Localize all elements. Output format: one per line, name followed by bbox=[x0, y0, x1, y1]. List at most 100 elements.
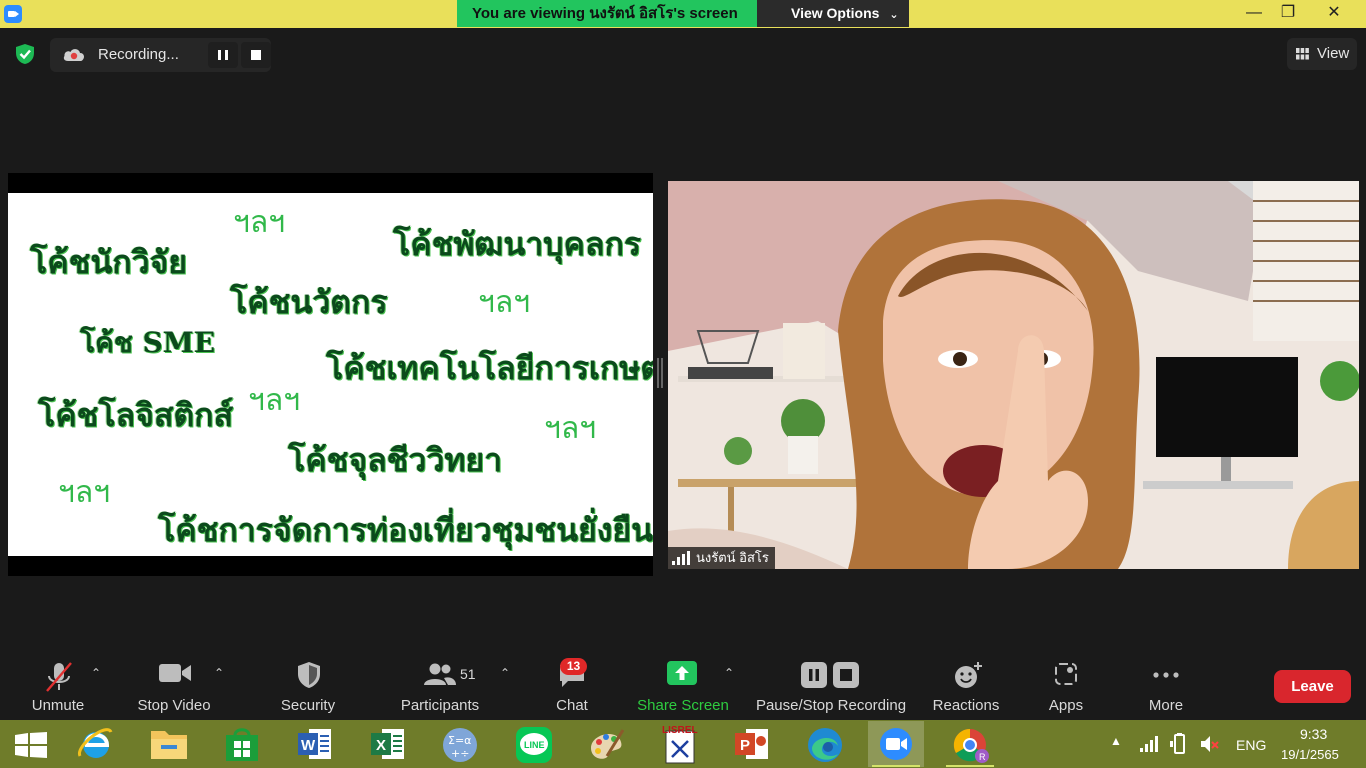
title-bar: You are viewing นงรัตน์ อิสโร's screen V… bbox=[0, 0, 1366, 28]
chrome-taskbar-icon[interactable]: R bbox=[942, 721, 998, 767]
audio-options-chevron-icon[interactable]: ⌃ bbox=[91, 666, 101, 680]
viewing-banner: You are viewing นงรัตน์ อิสโร's screen V… bbox=[457, 0, 909, 27]
participant-name: นงรัตน์ อิสโร bbox=[696, 550, 769, 565]
svg-text:R: R bbox=[979, 752, 986, 762]
chrome-browser-icon: R bbox=[953, 728, 989, 763]
recording-indicator: Recording... bbox=[50, 38, 271, 72]
paint-palette-icon bbox=[591, 729, 625, 759]
more-label: More bbox=[1148, 697, 1184, 714]
participants-count: 51 bbox=[460, 666, 476, 682]
more-button[interactable]: More bbox=[1136, 648, 1196, 720]
windows-taskbar: W X Σ=α +÷ LINE LISREL P R ▲ ENG 9:33 19… bbox=[0, 720, 1366, 768]
internet-explorer-taskbar-icon[interactable] bbox=[68, 721, 124, 767]
line-taskbar-icon[interactable]: LINE bbox=[506, 721, 562, 767]
excel-taskbar-icon[interactable]: X bbox=[360, 721, 416, 767]
view-options-button[interactable]: View Options ⌄ bbox=[757, 0, 909, 27]
stop-video-button[interactable]: Stop Video bbox=[132, 648, 216, 720]
coach-label: โค้ชจุลชีววิทยา bbox=[288, 441, 503, 479]
pause-stop-recording-label: Pause/Stop Recording bbox=[755, 697, 907, 714]
lisrel-taskbar-icon[interactable]: LISREL bbox=[652, 721, 708, 767]
clock-date[interactable]: 19/1/2565 bbox=[1281, 747, 1339, 762]
coach-label: โค้ชเทคโนโลยีการเกษตร bbox=[326, 349, 653, 387]
chat-button[interactable]: 13 Chat bbox=[542, 648, 602, 720]
file-explorer-taskbar-icon[interactable] bbox=[140, 721, 196, 767]
more-dots-icon bbox=[1153, 672, 1179, 678]
apps-button[interactable]: Apps bbox=[1036, 648, 1096, 720]
chevron-down-icon: ⌄ bbox=[889, 9, 899, 21]
leave-button[interactable]: Leave bbox=[1274, 670, 1351, 703]
lisrel-document-icon: LISREL bbox=[662, 725, 698, 764]
coach-label: โค้ช SME bbox=[80, 326, 216, 359]
unmute-button[interactable]: Unmute bbox=[22, 648, 94, 720]
participants-label: Participants bbox=[400, 697, 480, 714]
view-button[interactable]: View bbox=[1287, 38, 1357, 70]
cloud-recording-icon bbox=[63, 49, 84, 61]
coach-label: โค้ชโลจิสติกส์ bbox=[38, 396, 234, 434]
windows-start-button[interactable] bbox=[2, 721, 58, 767]
microphone-muted-icon bbox=[46, 662, 72, 692]
apps-icon bbox=[1055, 663, 1077, 685]
pause-stop-recording-button[interactable]: Pause/Stop Recording bbox=[752, 648, 910, 720]
presentation-slide: โค้ชนักวิจัย โค้ชพัฒนาบุคลกร โค้ชนวัตกร … bbox=[8, 193, 653, 556]
powerpoint-icon: P bbox=[735, 729, 768, 759]
security-label: Security bbox=[280, 697, 336, 714]
network-signal-icon[interactable] bbox=[1140, 736, 1158, 752]
view-options-label: View Options bbox=[791, 5, 880, 21]
close-button[interactable]: ✕ bbox=[1314, 0, 1354, 28]
viewing-banner-text: You are viewing นงรัตน์ อิสโร's screen bbox=[457, 0, 757, 27]
share-screen-label: Share Screen bbox=[637, 697, 729, 714]
line-chat-icon: LINE bbox=[516, 727, 552, 763]
maximize-button[interactable]: ❐ bbox=[1268, 0, 1308, 28]
signal-strength-icon bbox=[672, 551, 690, 565]
word-icon: W bbox=[298, 729, 331, 759]
meeting-toolbar: Unmute ⌃ Stop Video ⌃ Security 51 Partic… bbox=[0, 648, 1366, 720]
share-screen-button[interactable]: Share Screen bbox=[636, 648, 730, 720]
stop-video-label: Stop Video bbox=[137, 697, 211, 714]
etc-label: ฯลฯ bbox=[478, 285, 531, 320]
battery-plug-icon[interactable] bbox=[1170, 733, 1188, 755]
volume-muted-icon[interactable] bbox=[1200, 734, 1220, 754]
pause-icon bbox=[218, 50, 228, 60]
svg-text:X: X bbox=[376, 737, 386, 754]
clock-time[interactable]: 9:33 bbox=[1300, 726, 1327, 742]
show-hidden-icons-chevron-icon[interactable]: ▲ bbox=[1110, 734, 1122, 748]
pause-recording-button[interactable] bbox=[208, 42, 238, 68]
edge-browser-icon bbox=[808, 728, 842, 762]
paint-taskbar-icon[interactable] bbox=[578, 721, 634, 767]
stop-icon bbox=[251, 50, 261, 60]
etc-label: ฯลฯ bbox=[58, 475, 111, 510]
participants-button[interactable]: 51 Participants bbox=[394, 648, 486, 720]
coach-label: โค้ชนวัตกร bbox=[230, 283, 388, 321]
edge-taskbar-icon[interactable] bbox=[797, 721, 853, 767]
video-options-chevron-icon[interactable]: ⌃ bbox=[214, 666, 224, 680]
security-button[interactable]: Security bbox=[270, 648, 346, 720]
chat-unread-badge: 13 bbox=[560, 658, 587, 675]
recording-label: Recording... bbox=[98, 46, 179, 63]
excel-icon: X bbox=[371, 729, 404, 759]
share-options-chevron-icon[interactable]: ⌃ bbox=[724, 666, 734, 680]
powerpoint-taskbar-icon[interactable]: P bbox=[724, 721, 780, 767]
grid-view-icon bbox=[1296, 48, 1309, 60]
zoom-taskbar-icon[interactable] bbox=[868, 721, 924, 767]
svg-text:LINE: LINE bbox=[524, 740, 545, 750]
word-taskbar-icon[interactable]: W bbox=[287, 721, 343, 767]
split-resize-handle[interactable] bbox=[657, 358, 663, 388]
calculator-taskbar-icon[interactable]: Σ=α +÷ bbox=[432, 721, 488, 767]
coach-label: โค้ชการจัดการท่องเที่ยวชุมชนยั่งยืน bbox=[158, 511, 653, 549]
internet-explorer-icon bbox=[78, 728, 113, 758]
unmute-label: Unmute bbox=[31, 697, 85, 714]
participant-video[interactable]: นงรัตน์ อิสโร bbox=[668, 181, 1359, 569]
coach-label: โค้ชนักวิจัย bbox=[30, 243, 188, 281]
participants-options-chevron-icon[interactable]: ⌃ bbox=[500, 666, 510, 680]
reactions-label: Reactions bbox=[932, 697, 1000, 714]
view-label: View bbox=[1317, 45, 1350, 62]
participants-icon bbox=[424, 663, 456, 685]
reactions-button[interactable]: Reactions bbox=[930, 648, 1002, 720]
svg-text:LISREL: LISREL bbox=[662, 725, 698, 736]
microsoft-store-taskbar-icon[interactable] bbox=[214, 721, 270, 767]
input-language[interactable]: ENG bbox=[1236, 737, 1266, 753]
stop-recording-button[interactable] bbox=[241, 42, 271, 68]
etc-label: ฯลฯ bbox=[248, 383, 301, 418]
svg-text:P: P bbox=[740, 737, 750, 754]
security-shield-icon[interactable] bbox=[15, 43, 35, 65]
